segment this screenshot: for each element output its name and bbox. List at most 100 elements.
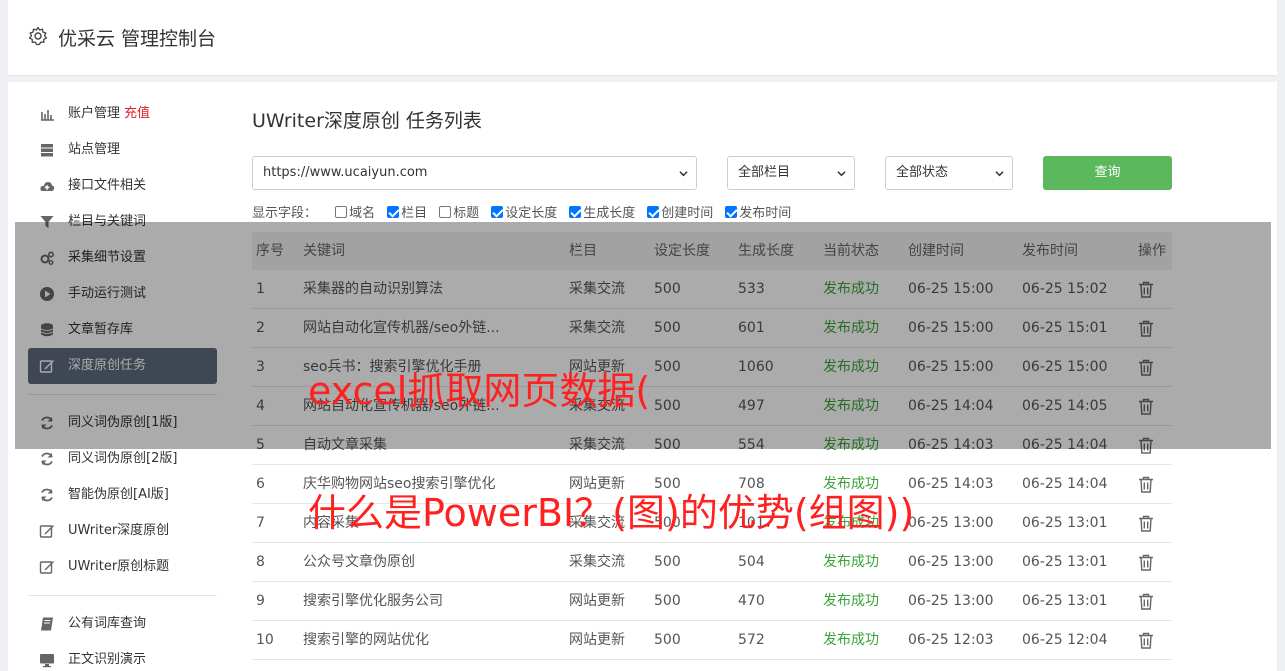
column-select-value: 全部栏目 bbox=[738, 165, 791, 180]
refresh-icon bbox=[41, 452, 53, 466]
field-checkbox[interactable]: 设定长度 bbox=[491, 202, 557, 221]
sidebar-item[interactable]: 站点管理 bbox=[28, 132, 217, 168]
field-checkbox-label: 设定长度 bbox=[505, 206, 558, 221]
trash-icon[interactable] bbox=[1138, 476, 1154, 493]
monitor-icon bbox=[40, 654, 54, 668]
field-checkbox[interactable]: 栏目 bbox=[387, 202, 427, 221]
trash-icon[interactable] bbox=[1138, 554, 1154, 571]
checkbox-box[interactable] bbox=[491, 206, 504, 218]
table-cell: 6 bbox=[256, 476, 265, 492]
field-checkbox-label: 域名 bbox=[349, 206, 376, 221]
table-cell: 06-25 13:01 bbox=[1022, 515, 1108, 531]
sidebar-item[interactable]: 正文识别演示 bbox=[28, 642, 217, 671]
table-cell: 500 bbox=[654, 554, 681, 570]
query-button[interactable]: 查询 bbox=[1043, 156, 1172, 190]
sidebar-item[interactable]: UWriter原创标题 bbox=[28, 549, 217, 585]
chevron-down-icon bbox=[837, 171, 846, 177]
table-cell: 504 bbox=[738, 554, 765, 570]
table-cell: 06-25 12:04 bbox=[1022, 632, 1108, 648]
status-text: 发布成功 bbox=[823, 593, 879, 609]
trash-icon[interactable] bbox=[1138, 632, 1154, 649]
recharge-badge[interactable]: 充值 bbox=[124, 106, 150, 121]
edit-icon bbox=[39, 525, 54, 538]
sidebar-item-label: 智能伪原创[AI版] bbox=[68, 487, 169, 502]
table-cell: 06-25 13:00 bbox=[908, 515, 994, 531]
table-cell: 采集交流 bbox=[569, 554, 625, 570]
field-checkbox[interactable]: 标题 bbox=[439, 202, 479, 221]
table-cell: 572 bbox=[738, 632, 765, 648]
sidebar-item[interactable]: 账户管理 充值 bbox=[28, 96, 217, 132]
checkbox-box[interactable] bbox=[725, 206, 738, 218]
table-cell: 06-25 13:00 bbox=[908, 554, 994, 570]
field-checkbox[interactable]: 发布时间 bbox=[725, 202, 791, 221]
watermark-line-2: 什么是PowerBI？(图)的优势(组图)) bbox=[308, 491, 915, 535]
table-cell: 06-25 12:03 bbox=[908, 632, 994, 648]
table-cell: 06-25 13:00 bbox=[908, 593, 994, 609]
checkbox-box[interactable] bbox=[387, 206, 400, 218]
server-icon bbox=[41, 144, 53, 157]
table-cell: 500 bbox=[654, 632, 681, 648]
table-cell: 网站更新 bbox=[569, 632, 625, 648]
table-cell: 06-25 14:03 bbox=[908, 476, 994, 492]
table-row: 9 搜索引擎优化服务公司 网站更新 500 470 发布成功 06-25 13:00 06-2… bbox=[252, 582, 1172, 621]
page-title: UWriter深度原创 任务列表 bbox=[252, 110, 482, 132]
field-checkbox-label: 栏目 bbox=[401, 206, 428, 221]
field-checkbox[interactable]: 生成长度 bbox=[569, 202, 635, 221]
sidebar-item-label: UWriter深度原创 bbox=[68, 523, 170, 538]
table-cell: 10 bbox=[256, 632, 274, 648]
top-bar: 优采云 管理控制台 bbox=[8, 0, 1277, 76]
trash-icon[interactable] bbox=[1138, 593, 1154, 610]
bar-chart-icon bbox=[41, 110, 54, 121]
field-checkbox-label: 创建时间 bbox=[661, 206, 714, 221]
table-cell: 搜索引擎优化服务公司 bbox=[303, 593, 443, 609]
status-text: 发布成功 bbox=[823, 632, 879, 648]
sidebar-item[interactable]: 公有词库查询 bbox=[28, 606, 217, 642]
field-checkbox[interactable]: 域名 bbox=[335, 202, 375, 221]
display-fields: 显示字段： 域名 栏目 标题 设定长度 生成长度 创建时间 发布时间 bbox=[252, 202, 803, 221]
table-cell: 搜索引擎的网站优化 bbox=[303, 632, 429, 648]
book-icon bbox=[41, 617, 53, 631]
sidebar-item-label: 正文识别演示 bbox=[68, 652, 147, 667]
checkbox-box[interactable] bbox=[335, 206, 348, 218]
table-cell: 06-25 13:01 bbox=[1022, 554, 1108, 570]
sidebar-item-label: 站点管理 bbox=[68, 142, 121, 157]
table-cell: 06-25 14:04 bbox=[1022, 476, 1108, 492]
sidebar-item[interactable]: 接口文件相关 bbox=[28, 168, 217, 204]
table-cell: 7 bbox=[256, 515, 265, 531]
sidebar-item[interactable]: UWriter深度原创 bbox=[28, 513, 217, 549]
edit-icon bbox=[39, 561, 54, 574]
table-cell: 公众号文章伪原创 bbox=[303, 554, 415, 570]
cloud-upload-icon bbox=[40, 182, 55, 191]
checkbox-box[interactable] bbox=[569, 206, 582, 218]
sidebar-item-label: 账户管理 bbox=[68, 106, 121, 121]
site-select-value: https://www.ucaiyun.com bbox=[263, 165, 428, 180]
table-cell: 8 bbox=[256, 554, 265, 570]
column-select[interactable]: 全部栏目 bbox=[727, 156, 855, 190]
table-cell: 9 bbox=[256, 593, 265, 609]
refresh-icon bbox=[41, 488, 53, 502]
status-select-value: 全部状态 bbox=[896, 165, 949, 180]
display-fields-label: 显示字段： bbox=[252, 206, 318, 221]
trash-icon[interactable] bbox=[1138, 515, 1154, 532]
checkbox-box[interactable] bbox=[647, 206, 660, 218]
field-checkbox-label: 发布时间 bbox=[739, 206, 792, 221]
status-select[interactable]: 全部状态 bbox=[885, 156, 1013, 190]
watermark-line-1: excel抓取网页数据( bbox=[308, 369, 651, 413]
table-cell: 470 bbox=[738, 593, 765, 609]
sidebar-divider bbox=[28, 595, 217, 596]
sidebar-item[interactable]: 智能伪原创[AI版] bbox=[28, 477, 217, 513]
chevron-down-icon bbox=[995, 171, 1004, 177]
table-cell: 500 bbox=[654, 593, 681, 609]
site-select[interactable]: https://www.ucaiyun.com bbox=[252, 156, 697, 190]
field-checkbox-label: 标题 bbox=[453, 206, 480, 221]
table-cell: 06-25 13:01 bbox=[1022, 593, 1108, 609]
checkbox-box[interactable] bbox=[439, 206, 452, 218]
gear-icon bbox=[28, 26, 48, 46]
table-row: 10 搜索引擎的网站优化 网站更新 500 572 发布成功 06-25 12:03 06-2… bbox=[252, 621, 1172, 660]
table-cell: 网站更新 bbox=[569, 593, 625, 609]
field-checkbox[interactable]: 创建时间 bbox=[647, 202, 713, 221]
sidebar-item-label: 同义词伪原创[2版] bbox=[68, 451, 178, 466]
sidebar-item-label: 公有词库查询 bbox=[68, 616, 147, 631]
field-checkbox-label: 生成长度 bbox=[583, 206, 636, 221]
table-row: 8 公众号文章伪原创 采集交流 500 504 发布成功 06-25 13:00 06-25 … bbox=[252, 543, 1172, 582]
